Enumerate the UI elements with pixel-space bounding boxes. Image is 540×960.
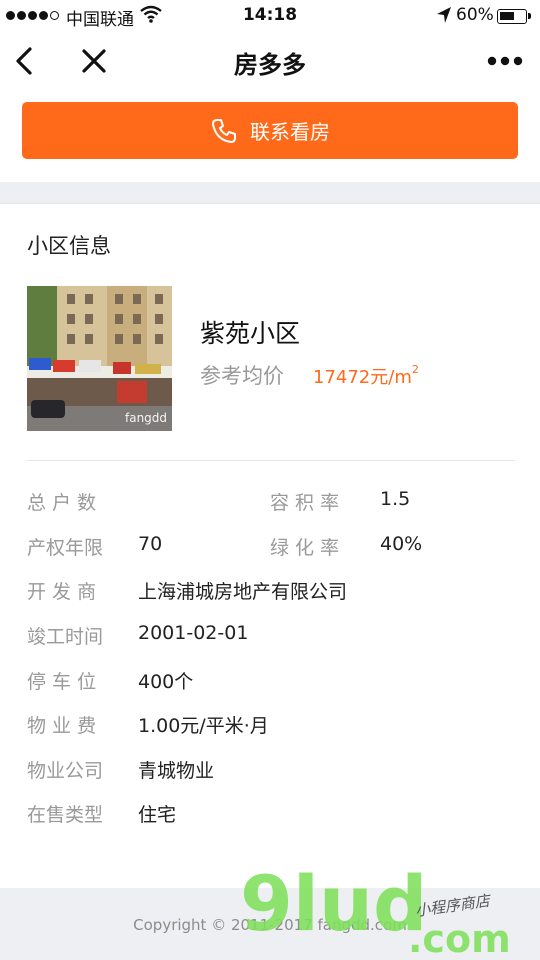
photo-watermark-text: fangdd <box>125 411 167 425</box>
plot-ratio-label: 容 积 率 <box>270 492 340 514</box>
property-fee-value: 1.00元/平米·月 <box>138 715 269 737</box>
sale-type-value: 住宅 <box>138 804 177 826</box>
parking-label: 停 车 位 <box>27 671 97 693</box>
management-value: 青城物业 <box>138 760 215 782</box>
community-photo[interactable]: fangdd <box>27 286 172 431</box>
property-fee-label: 物 业 费 <box>27 715 97 737</box>
nav-bar: 房多多 <box>0 32 540 90</box>
developer-label: 开 发 商 <box>27 581 97 603</box>
reference-price-value: 17472元/m2 <box>313 363 419 388</box>
more-dots-icon[interactable] <box>480 47 530 75</box>
location-arrow-icon <box>437 7 451 23</box>
total-households-label: 总 户 数 <box>27 492 97 514</box>
completion-label: 竣工时间 <box>27 626 104 648</box>
section-title: 小区信息 <box>27 234 111 258</box>
management-label: 物业公司 <box>27 760 104 782</box>
green-ratio-value: 40% <box>380 533 423 555</box>
page-title: 房多多 <box>234 51 306 79</box>
sale-type-label: 在售类型 <box>27 804 104 826</box>
contact-viewing-button[interactable]: 联系看房 <box>22 102 518 159</box>
reference-price-label: 参考均价 <box>200 364 284 388</box>
building-image: fangdd <box>27 286 172 431</box>
status-bar: 中国联通 14:18 60% <box>0 0 540 32</box>
property-years-label: 产权年限 <box>27 537 104 559</box>
battery-icon <box>497 9 531 24</box>
copyright-text: Copyright © 2011-2017 fangdd.com <box>133 916 407 934</box>
developer-value: 上海浦城房地产有限公司 <box>138 581 348 603</box>
contact-button-label: 联系看房 <box>250 120 330 144</box>
property-years-value: 70 <box>138 533 163 555</box>
completion-value: 2001-02-01 <box>138 622 249 644</box>
phone-icon <box>212 118 236 143</box>
parking-value: 400个 <box>138 671 194 693</box>
section-separator <box>0 182 540 204</box>
divider <box>27 460 515 461</box>
battery-percentage: 60% <box>456 5 494 25</box>
community-name: 紫苑小区 <box>200 319 301 348</box>
green-ratio-label: 绿 化 率 <box>270 537 340 559</box>
plot-ratio-value: 1.5 <box>380 488 411 510</box>
